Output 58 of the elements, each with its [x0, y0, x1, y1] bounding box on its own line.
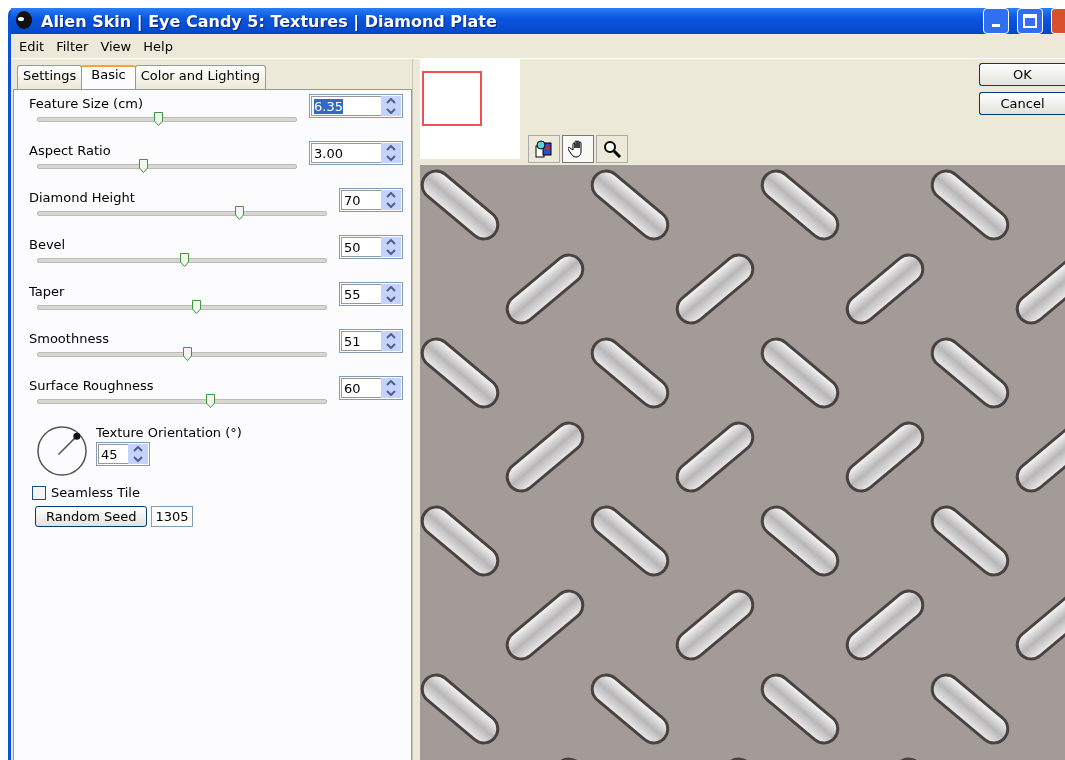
dialog-button[interactable]: OK — [979, 63, 1065, 86]
spin-field[interactable]: 3.00 — [309, 141, 403, 165]
checkbox-label: Seamless Tile — [51, 485, 140, 500]
spin-field[interactable]: 45 — [96, 442, 150, 466]
minimize-icon — [992, 23, 1000, 27]
maximize-button[interactable] — [1017, 8, 1043, 34]
seed-field[interactable]: 1305 — [151, 506, 193, 527]
slider-label: Feature Size (cm) — [29, 95, 145, 113]
spin-field[interactable]: 70 — [339, 188, 403, 212]
alien-head-icon — [15, 11, 33, 31]
tab[interactable]: Settings — [17, 65, 83, 89]
spin-field[interactable]: 50 — [339, 235, 403, 259]
slider-label: Smoothness — [29, 330, 110, 348]
slider[interactable] — [37, 158, 297, 174]
compare-button[interactable] — [528, 135, 560, 163]
spin-field[interactable]: 51 — [339, 329, 403, 353]
slider-label: Aspect Ratio — [29, 142, 112, 160]
slider[interactable] — [37, 111, 297, 127]
menu-item[interactable]: Help — [137, 38, 179, 54]
zoom-button[interactable] — [596, 135, 628, 163]
slider-thumb[interactable] — [191, 300, 201, 314]
slider[interactable] — [37, 299, 327, 315]
tab[interactable]: Basic — [81, 65, 136, 89]
slider-label: Taper — [29, 283, 66, 301]
checkbox[interactable] — [32, 485, 46, 500]
slider[interactable] — [37, 252, 327, 268]
minimize-button[interactable] — [983, 8, 1009, 34]
dialog-button[interactable]: Cancel — [979, 92, 1065, 115]
slider-thumb[interactable] — [235, 206, 244, 220]
slider-label: Surface Roughness — [29, 377, 155, 395]
tab[interactable]: Color and Lighting — [134, 65, 266, 89]
slider[interactable] — [37, 346, 327, 362]
zoom-icon — [602, 139, 622, 159]
maximize-icon — [1023, 14, 1037, 28]
slider-thumb[interactable] — [206, 394, 215, 408]
slider[interactable] — [37, 393, 327, 409]
orientation-label: Texture Orientation (°) — [96, 425, 242, 440]
menu-item[interactable]: View — [94, 38, 138, 54]
hand-tool-button[interactable] — [562, 135, 594, 163]
navigator-panel[interactable] — [420, 59, 520, 159]
spin-field[interactable]: 55 — [339, 282, 403, 306]
pages-magnifier-icon — [534, 139, 554, 159]
random-seed-button[interactable]: Random Seed — [35, 506, 148, 527]
spin-field[interactable]: 6.35 — [309, 94, 403, 118]
menu-item[interactable]: Filter — [50, 38, 95, 54]
slider-thumb[interactable] — [182, 347, 192, 361]
angle-dial[interactable] — [36, 425, 88, 477]
window-title: Alien Skin | Eye Candy 5: Textures | Diamond Plate — [41, 11, 498, 31]
slider-label: Diamond Height — [29, 189, 136, 207]
slider-thumb[interactable] — [154, 112, 164, 126]
slider-thumb[interactable] — [179, 253, 189, 267]
menu-item[interactable]: Edit — [13, 38, 51, 54]
slider-thumb[interactable] — [138, 159, 148, 173]
spin-field[interactable]: 60 — [339, 376, 403, 400]
slider-label: Bevel — [29, 236, 67, 254]
slider[interactable] — [37, 205, 327, 221]
view-frame[interactable] — [422, 71, 482, 126]
close-button[interactable] — [1051, 8, 1065, 34]
